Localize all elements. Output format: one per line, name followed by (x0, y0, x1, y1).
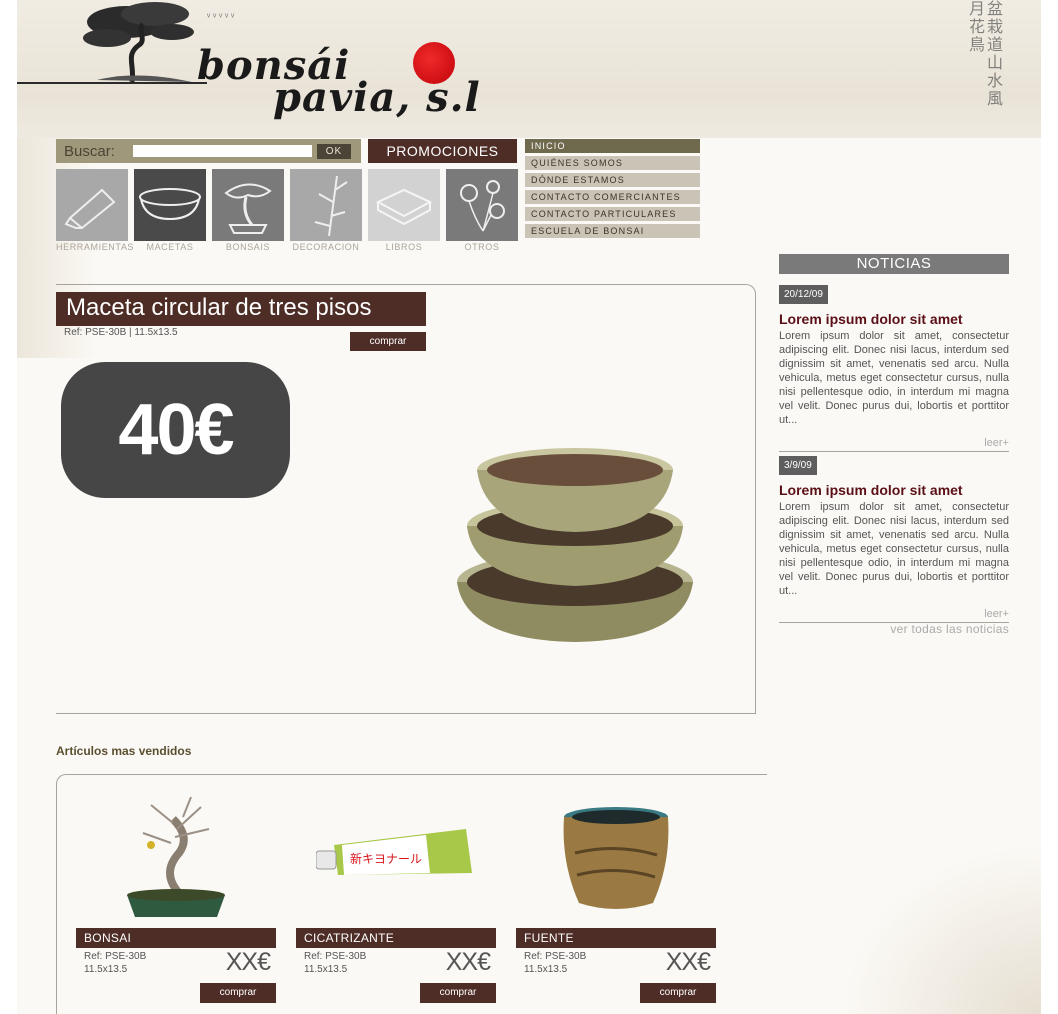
bestseller-ref-code: Ref: PSE-30B (84, 951, 147, 962)
fuente-pot-photo (563, 807, 669, 909)
bestseller-price: XX€ (445, 948, 491, 976)
paper-texture-bottom-right (841, 844, 1041, 1014)
category-tile-decoracion[interactable] (290, 169, 362, 241)
category-tile-herramientas[interactable] (56, 169, 128, 241)
category-otros[interactable]: OTROS (446, 169, 518, 252)
bonsai-photo (127, 796, 225, 917)
bestseller-image[interactable] (516, 790, 716, 926)
bestseller-size: 11.5x13.5 (304, 964, 348, 975)
logo-text-pavia: pavia, s.l (273, 74, 481, 121)
tube-label-text: 新キヨナール (350, 851, 422, 866)
menu-item-donde-estamos[interactable]: DÓNDE ESTAMOS (525, 173, 700, 187)
bestseller-image[interactable]: 新キヨナール (296, 790, 496, 926)
featured-product-image[interactable] (451, 444, 699, 648)
all-news-link[interactable]: ver todas las noticias (779, 622, 1009, 636)
category-libros[interactable]: LIBROS (368, 169, 440, 252)
bestseller-ref-code: Ref: PSE-30B (304, 951, 367, 962)
bestseller-size: 11.5x13.5 (84, 964, 128, 975)
bestseller-name[interactable]: CICATRIZANTE (296, 928, 496, 948)
menu-item-inicio[interactable]: INICIO (525, 139, 700, 153)
category-label: LIBROS (385, 242, 423, 252)
bonsai-tree-illustration (83, 2, 194, 83)
promociones-button[interactable]: PROMOCIONES (368, 139, 517, 163)
category-herramientas[interactable]: HERRAMIENTAS (56, 169, 135, 252)
header-ground-line (17, 82, 207, 84)
news-title[interactable]: Lorem ipsum dolor sit amet (779, 311, 1009, 327)
news-item: 20/12/09 Lorem ipsum dolor sit amet Lore… (779, 284, 1009, 452)
menu-item-quienes-somos[interactable]: QUIÉNES SOMOS (525, 156, 700, 170)
book-icon (375, 188, 433, 226)
birds-decoration: ᵛ ᵛ ᵛ ᵛ ᵛ (207, 12, 235, 23)
featured-product-ref: Ref: PSE-30B | 11.5x13.5 (64, 327, 178, 338)
news-body: Lorem ipsum dolor sit amet, consectetur … (779, 501, 1009, 597)
category-label: HERRAMIENTAS (56, 242, 135, 252)
bestseller-card: FUENTE Ref: PSE-30B 11.5x13.5 XX€ compra… (516, 790, 716, 1003)
category-macetas[interactable]: MACETAS (134, 169, 206, 252)
bamboo-icon (314, 175, 348, 237)
search-ok-button[interactable]: OK (317, 144, 351, 159)
menu-item-contacto-comerciantes[interactable]: CONTACTO COMERCIANTES (525, 190, 700, 204)
featured-price-badge: 40€ (61, 362, 290, 498)
bestseller-ref-code: Ref: PSE-30B (524, 951, 587, 962)
news-read-more-link[interactable]: leer+ (779, 437, 1009, 452)
tool-tube-icon (64, 188, 116, 230)
news-body: Lorem ipsum dolor sit amet, consectetur … (779, 330, 1009, 426)
bestseller-name[interactable]: FUENTE (516, 928, 716, 948)
news-date: 3/9/09 (779, 456, 817, 475)
category-label: OTROS (464, 242, 500, 252)
bestseller-buy-button[interactable]: comprar (200, 983, 276, 1003)
bestseller-ref: Ref: PSE-30B 11.5x13.5 (304, 950, 366, 976)
category-label: DECORACION (292, 242, 360, 252)
category-tile-libros[interactable] (368, 169, 440, 241)
bestseller-card: BONSAI Ref: PSE-30B 11.5x13.5 XX€ compra… (76, 790, 276, 1003)
category-label: MACETAS (146, 242, 194, 252)
bestseller-price: XX€ (665, 948, 711, 976)
bestseller-name[interactable]: BONSAI (76, 928, 276, 948)
calligraphy-decoration: 盆栽道山水風月花鳥 (966, 0, 1001, 108)
featured-product-title[interactable]: Maceta circular de tres pisos (56, 292, 426, 326)
bestseller-buy-button[interactable]: comprar (420, 983, 496, 1003)
bestsellers-title: Artículos mas vendidos (56, 744, 192, 758)
bestseller-ref: Ref: PSE-30B 11.5x13.5 (524, 950, 586, 976)
flowers-icon (460, 180, 505, 232)
cicatrizante-tube-photo: 新キヨナール (316, 829, 472, 875)
bestseller-size: 11.5x13.5 (524, 964, 568, 975)
main-menu: INICIO QUIÉNES SOMOS DÓNDE ESTAMOS CONTA… (525, 139, 700, 241)
category-tile-otros[interactable] (446, 169, 518, 241)
bestseller-image[interactable] (76, 790, 276, 926)
category-tile-macetas[interactable] (134, 169, 206, 241)
bestseller-card: 新キヨナール CICATRIZANTE Ref: PSE-30B 11.5x13… (296, 790, 496, 1003)
news-header: NOTICIAS (779, 254, 1009, 274)
bestseller-buy-button[interactable]: comprar (640, 983, 716, 1003)
menu-item-contacto-particulares[interactable]: CONTACTO PARTICULARES (525, 207, 700, 221)
bonsai-tree-icon (224, 183, 272, 234)
site-logo[interactable]: bonsái pavia, s.l (197, 36, 517, 126)
bestseller-price: XX€ (225, 948, 271, 976)
news-date: 20/12/09 (779, 285, 828, 304)
news-item: 3/9/09 Lorem ipsum dolor sit amet Lorem … (779, 455, 1009, 623)
search-label: Buscar: (64, 143, 115, 160)
category-label: BONSAIS (225, 242, 271, 252)
bestseller-ref: Ref: PSE-30B 11.5x13.5 (84, 950, 146, 976)
category-decoracion[interactable]: DECORACION (290, 169, 362, 252)
page: ᵛ ᵛ ᵛ ᵛ ᵛ bonsái pavia, s.l 盆栽道山水風月花鳥 Bu… (17, 0, 1041, 1014)
news-title[interactable]: Lorem ipsum dolor sit amet (779, 482, 1009, 498)
search-input[interactable] (133, 145, 312, 157)
search-bar: Buscar: OK (56, 139, 361, 163)
pot-icon (139, 188, 201, 221)
news-read-more-link[interactable]: leer+ (779, 608, 1009, 623)
category-tile-bonsais[interactable] (212, 169, 284, 241)
featured-buy-button[interactable]: comprar (350, 332, 426, 351)
menu-item-escuela-bonsai[interactable]: ESCUELA DE BONSAI (525, 224, 700, 238)
category-bonsais[interactable]: BONSAIS (212, 169, 284, 252)
